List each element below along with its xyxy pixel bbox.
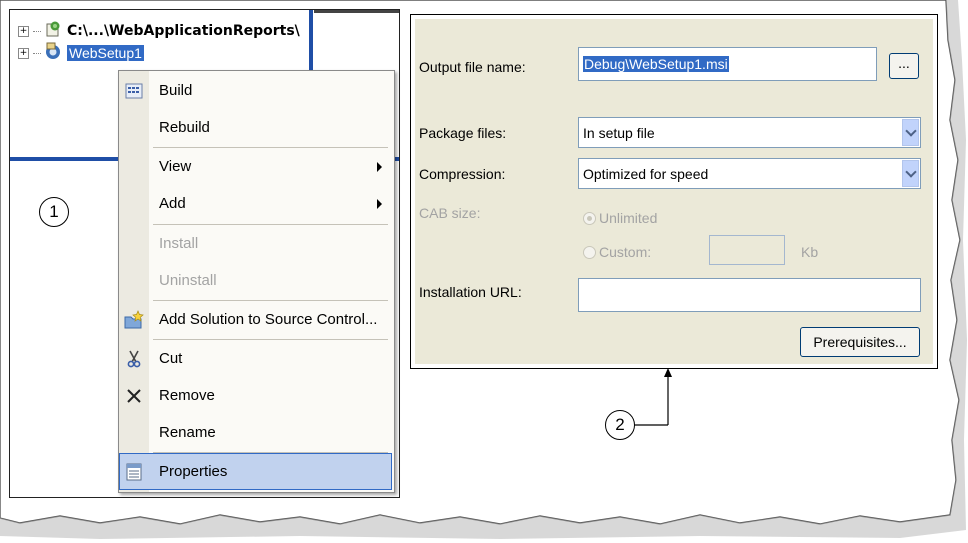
- output-file-value: Debug\WebSetup1.msi: [583, 56, 729, 72]
- submenu-arrow-icon: [377, 198, 382, 209]
- menu-item-remove[interactable]: Remove: [119, 377, 392, 414]
- unlimited-radio[interactable]: Unlimited: [583, 210, 657, 226]
- panel-edge: [314, 10, 399, 13]
- compression-label: Compression:: [419, 166, 506, 182]
- tree-connector: [33, 30, 41, 32]
- menu-item-label: View: [159, 158, 192, 175]
- properties-icon: [119, 453, 149, 490]
- menu-item-install[interactable]: Install: [119, 225, 392, 262]
- menu-item-label: Install: [159, 235, 199, 252]
- radio-selected-icon: [583, 211, 596, 225]
- menu-item-rebuild[interactable]: Rebuild: [119, 109, 392, 146]
- menu-item-add[interactable]: Add: [119, 185, 392, 222]
- expand-icon[interactable]: +: [18, 25, 29, 37]
- callout-1: 1: [39, 197, 69, 227]
- custom-radio[interactable]: Custom:: [583, 244, 651, 260]
- menu-item-build[interactable]: Build: [119, 72, 392, 109]
- cab-size-label: CAB size:: [419, 205, 481, 221]
- tree-node-project[interactable]: + C:\...\WebApplicationReports\: [18, 21, 300, 41]
- menu-item-rename[interactable]: Rename: [119, 414, 392, 451]
- installation-url-label: Installation URL:: [419, 284, 522, 300]
- setup-project-icon: [44, 42, 62, 64]
- package-files-dropdown[interactable]: In setup file: [578, 117, 921, 148]
- radio-unselected-icon: [583, 245, 596, 259]
- menu-icon-slot: [119, 109, 149, 146]
- context-menu: Build Rebuild View Add Install Uninstall…: [118, 70, 395, 493]
- menu-item-label: Properties: [159, 463, 228, 480]
- remove-x-icon: [119, 377, 149, 414]
- menu-item-view[interactable]: View: [119, 148, 392, 185]
- menu-icon-slot: [119, 225, 149, 262]
- tree-root-label: C:\...\WebApplicationReports\: [67, 23, 300, 39]
- menu-item-cut[interactable]: Cut: [119, 340, 392, 377]
- kb-label: Kb: [801, 244, 819, 260]
- tree-connector: [33, 52, 41, 54]
- source-control-icon: [119, 301, 149, 338]
- unlimited-label: Unlimited: [599, 210, 658, 226]
- output-file-label: Output file name:: [419, 59, 526, 75]
- arrowhead-icon: [664, 368, 672, 377]
- submenu-arrow-icon: [377, 161, 382, 172]
- menu-item-label: Uninstall: [159, 272, 217, 289]
- output-file-input[interactable]: Debug\WebSetup1.msi: [578, 47, 877, 81]
- menu-item-properties[interactable]: Properties: [119, 453, 392, 490]
- compression-dropdown[interactable]: Optimized for speed: [578, 158, 921, 189]
- custom-size-input[interactable]: [709, 235, 785, 265]
- package-files-value: In setup file: [583, 124, 655, 141]
- menu-item-label: Add: [159, 195, 186, 212]
- scissors-icon: [119, 340, 149, 377]
- custom-label: Custom:: [599, 244, 652, 260]
- menu-item-label: Build: [159, 82, 193, 99]
- browse-button[interactable]: ...: [889, 53, 919, 79]
- menu-icon-slot: [119, 185, 149, 222]
- menu-icon-slot: [119, 414, 149, 451]
- menu-icon-slot: [119, 148, 149, 185]
- build-icon: [119, 72, 149, 109]
- tree-selected-label: WebSetup1: [67, 45, 144, 61]
- tree-node-websetup[interactable]: + WebSetup1: [18, 42, 144, 64]
- menu-item-label: Add Solution to Source Control...: [159, 311, 378, 328]
- expand-icon[interactable]: +: [18, 47, 29, 59]
- menu-item-label: Cut: [159, 350, 183, 367]
- installation-url-input[interactable]: [578, 278, 921, 312]
- chevron-down-icon[interactable]: [902, 119, 919, 146]
- menu-item-label: Remove: [159, 387, 215, 404]
- menu-icon-slot: [119, 262, 149, 299]
- callout-2: 2: [605, 410, 635, 440]
- menu-item-uninstall[interactable]: Uninstall: [119, 262, 392, 299]
- chevron-down-icon[interactable]: [902, 160, 919, 187]
- properties-dialog-frame: Output file name: Debug\WebSetup1.msi ..…: [410, 14, 938, 369]
- menu-item-label: Rename: [159, 424, 216, 441]
- menu-item-label: Rebuild: [159, 119, 210, 136]
- properties-dialog: Output file name: Debug\WebSetup1.msi ..…: [415, 19, 933, 364]
- project-icon: [44, 20, 62, 42]
- menu-item-add-to-source-control[interactable]: Add Solution to Source Control...: [119, 301, 392, 338]
- prerequisites-button[interactable]: Prerequisites...: [800, 327, 920, 357]
- package-files-label: Package files:: [419, 125, 507, 141]
- compression-value: Optimized for speed: [583, 165, 709, 182]
